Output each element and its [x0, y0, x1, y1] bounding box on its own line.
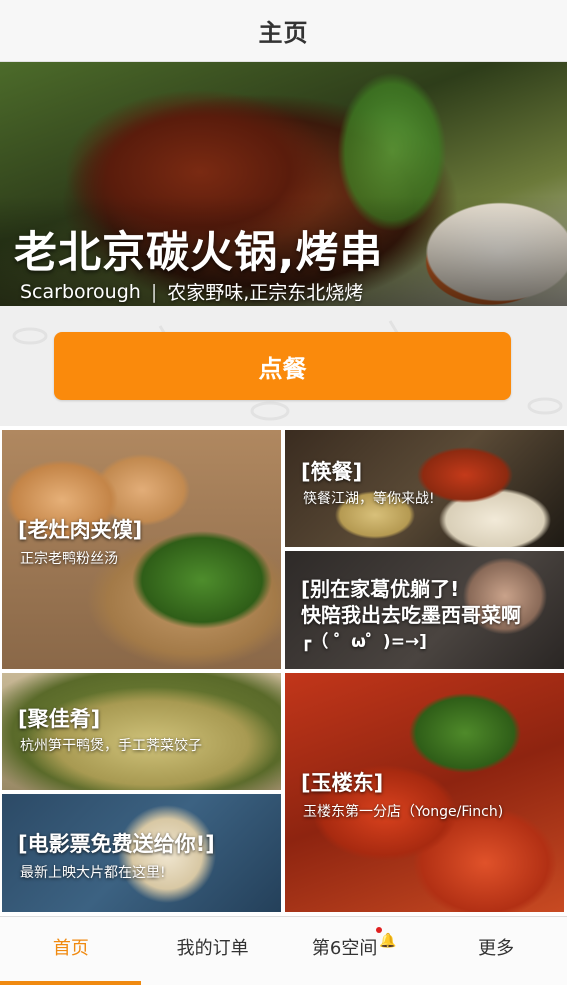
tab-label: 更多: [478, 938, 515, 959]
tab-space-6[interactable]: 第6空间 🔔: [284, 917, 426, 985]
tab-label: 首页: [52, 938, 89, 959]
tile-title: [玉楼东]: [301, 771, 384, 795]
hero-description: 农家野味,正宗东北烧烤: [167, 282, 364, 304]
notification-dot: [375, 927, 382, 933]
tile-title-line2: 快陪我出去吃墨西哥菜啊: [301, 603, 521, 627]
tile-title: [筷餐]: [301, 460, 363, 484]
tab-my-orders[interactable]: 我的订单: [142, 917, 284, 985]
restaurant-tile-jujia[interactable]: [聚佳肴] 杭州笋干鸭煲，手工荠菜饺子: [2, 673, 281, 790]
hero-separator: |: [150, 280, 158, 303]
tab-home[interactable]: 首页: [0, 917, 142, 985]
tab-bar: 首页 我的订单 第6空间 🔔 更多: [0, 916, 567, 985]
tab-label: 我的订单: [176, 938, 249, 959]
tile-subtitle: 杭州笋干鸭煲，手工荠菜饺子: [20, 738, 202, 754]
hero-title: 老北京碳火锅,烤串: [14, 228, 384, 278]
tab-more[interactable]: 更多: [425, 917, 567, 985]
hero-subtitle: Scarborough | 农家野味,正宗东北烧烤: [20, 278, 363, 305]
tile-subtitle: 最新上映大片都在这里!: [20, 865, 166, 881]
restaurant-tile-kuaican[interactable]: [筷餐] 筷餐江湖，等你来战!: [285, 430, 564, 547]
tile-title: [聚佳肴]: [18, 707, 101, 731]
page-title: 主页: [258, 19, 309, 47]
restaurant-tile-yulou[interactable]: [玉楼东] 玉楼东第一分店（Yonge/Finch): [285, 673, 564, 912]
tile-subtitle: 筷餐江湖，等你来战!: [303, 491, 435, 507]
order-button[interactable]: 点餐: [54, 332, 511, 400]
tile-title-line1: [别在家葛优躺了!: [301, 577, 460, 601]
tile-title-line3: ┏（ ゜ω゜)=→]: [301, 632, 427, 652]
active-tab-indicator: [0, 981, 141, 985]
restaurant-tile-mexican[interactable]: [别在家葛优躺了! 快陪我出去吃墨西哥菜啊 ┏（ ゜ω゜)=→]: [285, 551, 564, 669]
nav-bar: 主页: [0, 0, 567, 62]
restaurant-tile-laozao[interactable]: [老灶肉夹馍] 正宗老鸭粉丝汤: [2, 430, 281, 669]
tile-subtitle: 玉楼东第一分店（Yonge/Finch): [303, 804, 504, 820]
hero-banner[interactable]: 老北京碳火锅,烤串 Scarborough | 农家野味,正宗东北烧烤: [0, 62, 567, 306]
promo-tile-movie[interactable]: [电影票免费送给你!] 最新上映大片都在这里!: [2, 794, 281, 912]
tab-label: 第6空间: [311, 938, 378, 959]
bell-icon: 🔔: [379, 933, 397, 949]
tile-subtitle: 正宗老鸭粉丝汤: [20, 551, 118, 567]
tile-title: [老灶肉夹馍]: [18, 518, 143, 542]
tile-title: [电影票免费送给你!]: [18, 832, 215, 856]
hero-location: Scarborough: [20, 280, 141, 303]
